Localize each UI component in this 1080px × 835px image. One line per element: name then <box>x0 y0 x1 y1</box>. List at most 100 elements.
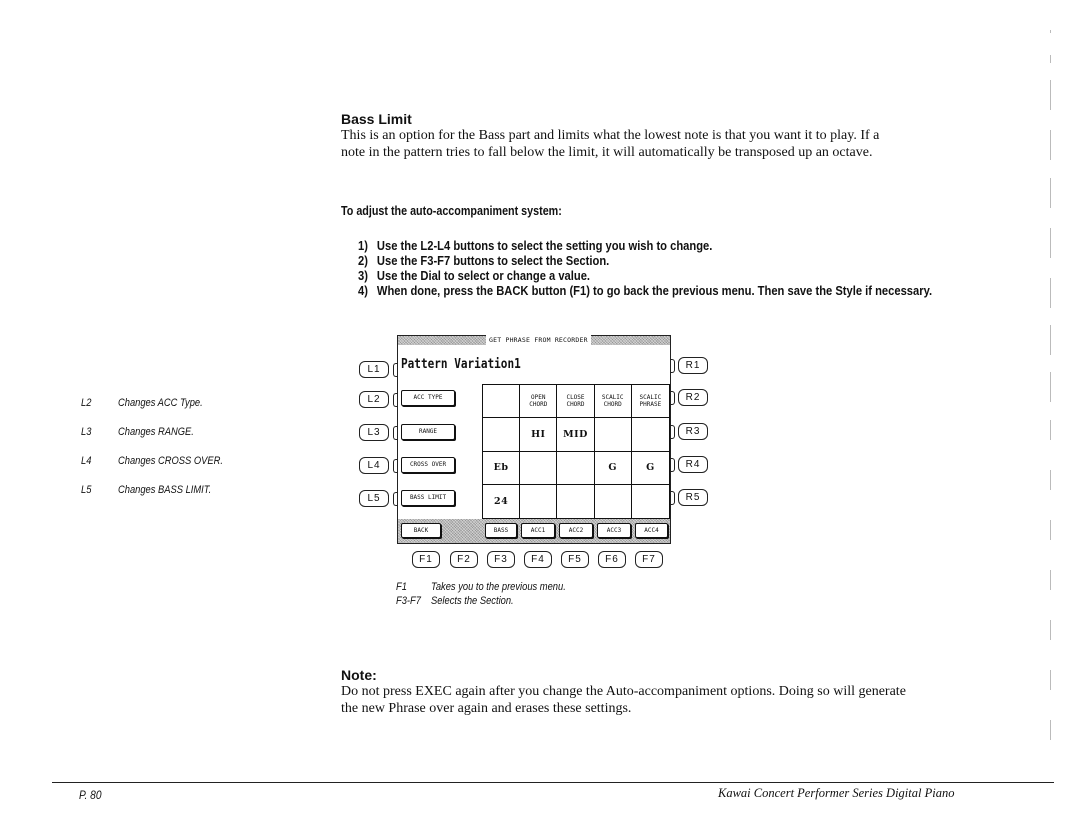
l5-button[interactable]: L5 <box>359 490 389 507</box>
grid-cell-value[interactable]: 24 <box>483 484 521 518</box>
manual-title: Kawai Concert Performer Series Digital P… <box>718 786 955 800</box>
l4-button[interactable]: L4 <box>359 457 389 474</box>
r5-button[interactable]: R5 <box>678 489 708 506</box>
f5-button[interactable]: F5 <box>561 551 589 568</box>
scan-mark <box>1050 130 1051 160</box>
step-number: 3) <box>358 268 368 283</box>
scan-mark <box>1050 278 1051 308</box>
f3-button[interactable]: F3 <box>487 551 515 568</box>
lcd-bass-button[interactable]: BASS <box>485 523 517 538</box>
lcd-acc-type-button[interactable]: ACC TYPE <box>401 390 455 406</box>
lcd-screen: GET PHRASE FROM RECORDER Pattern Variati… <box>397 335 671 544</box>
r2-button[interactable]: R2 <box>678 389 708 406</box>
grid-header-label: SCALIC PHRASE <box>639 394 662 409</box>
grid-cell-value[interactable]: HI <box>520 418 558 452</box>
grid-header-label: OPEN CHORD <box>529 394 548 409</box>
grid-value-label: Eb <box>493 462 509 474</box>
f1-button[interactable]: F1 <box>412 551 440 568</box>
grid-value-label: 24 <box>493 495 509 507</box>
f-legend-key: F1 <box>396 581 407 593</box>
legend-key-l4: L4 <box>81 455 92 467</box>
step-text: Use the F3-F7 buttons to select the Sect… <box>376 253 610 268</box>
legend-key-l2: L2 <box>81 397 92 409</box>
grid-cell-disabled <box>631 418 669 452</box>
scan-mark <box>1050 178 1051 208</box>
lcd-settings-grid: OPEN CHORD CLOSE CHORD SCALIC CHORD SCALIC … <box>482 384 670 519</box>
note-paragraph-line: Do not press EXEC again after you change… <box>341 684 906 699</box>
grid-cell-disabled <box>483 418 521 452</box>
grid-value-label: G <box>646 462 655 474</box>
lcd-range-button[interactable]: RANGE <box>401 424 455 440</box>
step-text: Use the Dial to select or change a value… <box>376 268 591 283</box>
grid-cell-disabled <box>520 484 558 518</box>
legend-desc-l3: Changes RANGE. <box>118 426 194 438</box>
procedure-step: 2) Use the F3-F7 buttons to select the Se… <box>358 253 932 268</box>
step-text: Use the L2-L4 buttons to select the sett… <box>376 238 713 253</box>
scan-mark <box>1050 372 1051 402</box>
section-title: Bass Limit <box>341 111 412 127</box>
grid-column-header: CLOSE CHORD <box>557 385 595 419</box>
legend-key-l3: L3 <box>81 426 92 438</box>
f-legend-desc: Takes you to the previous menu. <box>431 581 566 593</box>
lcd-acc3-button[interactable]: ACC3 <box>597 523 631 538</box>
lcd-footer-bar: BACK BASS ACC1 ACC2 ACC3 ACC4 <box>398 519 670 543</box>
lcd-cross-over-button[interactable]: CROSS OVER <box>401 457 455 473</box>
grid-column-header: SCALIC CHORD <box>594 385 632 419</box>
l3-button[interactable]: L3 <box>359 424 389 441</box>
grid-cell-disabled <box>557 484 595 518</box>
step-number: 2) <box>358 253 368 268</box>
section-paragraph: This is an option for the Bass part and … <box>341 127 1021 161</box>
scan-mark <box>1050 325 1051 355</box>
legend-desc-l2: Changes ACC Type. <box>118 397 203 409</box>
f6-button[interactable]: F6 <box>598 551 626 568</box>
f7-button[interactable]: F7 <box>635 551 663 568</box>
section-paragraph-line: This is an option for the Bass part and … <box>341 128 880 143</box>
step-number: 4) <box>358 283 368 298</box>
grid-value-label: HI <box>531 428 546 440</box>
step-text: When done, press the BACK button (F1) to… <box>376 283 933 298</box>
step-number: 1) <box>358 238 368 253</box>
grid-cell-value[interactable]: MID <box>557 418 595 452</box>
grid-cell-value[interactable]: Eb <box>483 451 521 485</box>
lcd-acc4-button[interactable]: ACC4 <box>635 523 668 538</box>
grid-header-label: SCALIC CHORD <box>601 394 624 409</box>
lcd-header-bar: GET PHRASE FROM RECORDER <box>398 335 670 345</box>
r3-button[interactable]: R3 <box>678 423 708 440</box>
f2-button[interactable]: F2 <box>450 551 478 568</box>
grid-cell-disabled <box>520 451 558 485</box>
footer-rule <box>52 782 1054 783</box>
lcd-back-button[interactable]: BACK <box>401 523 441 538</box>
lcd-acc1-button[interactable]: ACC1 <box>521 523 555 538</box>
l2-button[interactable]: L2 <box>359 391 389 408</box>
r4-button[interactable]: R4 <box>678 456 708 473</box>
note-paragraph-line: the new Phrase over again and erases the… <box>341 701 632 716</box>
scan-mark <box>1050 470 1051 490</box>
grid-column-header: OPEN CHORD <box>520 385 558 419</box>
grid-cell-value[interactable]: G <box>594 451 632 485</box>
f4-button[interactable]: F4 <box>524 551 552 568</box>
procedure-steps: 1) Use the L2-L4 buttons to select the se… <box>358 238 932 298</box>
lcd-header-title: GET PHRASE FROM RECORDER <box>486 335 591 345</box>
legend-desc-l5: Changes BASS LIMIT. <box>118 484 212 496</box>
section-paragraph-line: note in the pattern tries to fall below … <box>341 145 873 160</box>
grid-cell-value[interactable]: G <box>631 451 669 485</box>
lcd-bass-limit-button[interactable]: BASS LIMIT <box>401 490 455 506</box>
procedure-step: 1) Use the L2-L4 buttons to select the se… <box>358 238 932 253</box>
l1-button[interactable]: L1 <box>359 361 389 378</box>
grid-column-header: SCALIC PHRASE <box>631 385 669 419</box>
lcd-acc2-button[interactable]: ACC2 <box>559 523 593 538</box>
procedure-step: 4) When done, press the BACK button (F1) … <box>358 283 932 298</box>
scan-mark <box>1050 55 1051 63</box>
grid-value-label: G <box>608 462 617 474</box>
grid-cell-disabled <box>631 484 669 518</box>
note-paragraph: Do not press EXEC again after you change… <box>341 683 1021 717</box>
scan-mark <box>1050 570 1051 590</box>
grid-value-label: MID <box>563 428 588 440</box>
scan-mark <box>1050 670 1051 690</box>
r1-button[interactable]: R1 <box>678 357 708 374</box>
scan-mark <box>1050 720 1051 740</box>
scan-mark <box>1050 228 1051 258</box>
grid-cell-disabled <box>557 451 595 485</box>
grid-cell-disabled <box>594 418 632 452</box>
scan-mark <box>1050 80 1051 110</box>
